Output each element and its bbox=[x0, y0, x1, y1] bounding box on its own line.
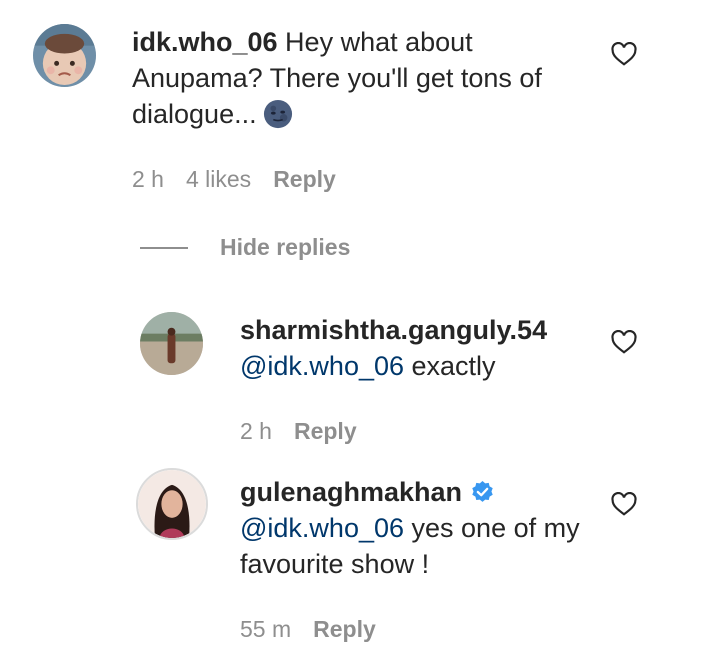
like-heart-icon[interactable] bbox=[611, 492, 637, 516]
hide-replies-divider bbox=[140, 246, 188, 249]
reply-time: 2 h bbox=[240, 418, 272, 444]
comment-username[interactable]: idk.who_06 bbox=[132, 27, 278, 57]
reply-body: exactly bbox=[404, 351, 496, 381]
reply-meta: 55 m Reply bbox=[240, 614, 398, 644]
reply-time: 55 m bbox=[240, 616, 292, 642]
person-outdoor-avatar-image bbox=[140, 312, 203, 375]
avatar-sharmishtha[interactable] bbox=[140, 312, 203, 375]
reply-button[interactable]: Reply bbox=[313, 616, 376, 642]
comment-likes[interactable]: 4 likes bbox=[186, 166, 251, 192]
reply-meta: 2 h Reply bbox=[240, 416, 379, 446]
reply-username[interactable]: sharmishtha.ganguly.54 bbox=[240, 315, 547, 345]
mention-link[interactable]: @idk.who_06 bbox=[240, 351, 404, 381]
reply-username[interactable]: gulenaghmakhan bbox=[240, 477, 462, 507]
comment-text: idk.who_06 Hey what about Anupama? There… bbox=[132, 24, 582, 132]
mention-link[interactable]: @idk.who_06 bbox=[240, 513, 404, 543]
hide-replies-label[interactable]: Hide replies bbox=[220, 234, 350, 261]
comment-time: 2 h bbox=[132, 166, 164, 192]
avatar-idk-who-06[interactable] bbox=[33, 24, 96, 87]
avatar-gulenaghmakhan[interactable] bbox=[136, 468, 208, 540]
woman-avatar-image bbox=[138, 470, 206, 538]
reply-button[interactable]: Reply bbox=[273, 166, 336, 192]
like-heart-icon[interactable] bbox=[611, 42, 637, 66]
verified-badge-icon bbox=[472, 481, 493, 502]
reply-text: gulenaghmakhan @idk.who_06 yes one of my… bbox=[240, 474, 600, 582]
baby-avatar-image bbox=[33, 24, 96, 87]
like-heart-icon[interactable] bbox=[611, 330, 637, 354]
new-moon-face-emoji bbox=[263, 99, 292, 129]
comment-meta: 2 h 4 likes Reply bbox=[132, 164, 358, 194]
hide-replies-toggle[interactable]: Hide replies bbox=[140, 234, 350, 261]
reply-button[interactable]: Reply bbox=[294, 418, 357, 444]
reply-text: sharmishtha.ganguly.54 @idk.who_06 exact… bbox=[240, 312, 600, 384]
